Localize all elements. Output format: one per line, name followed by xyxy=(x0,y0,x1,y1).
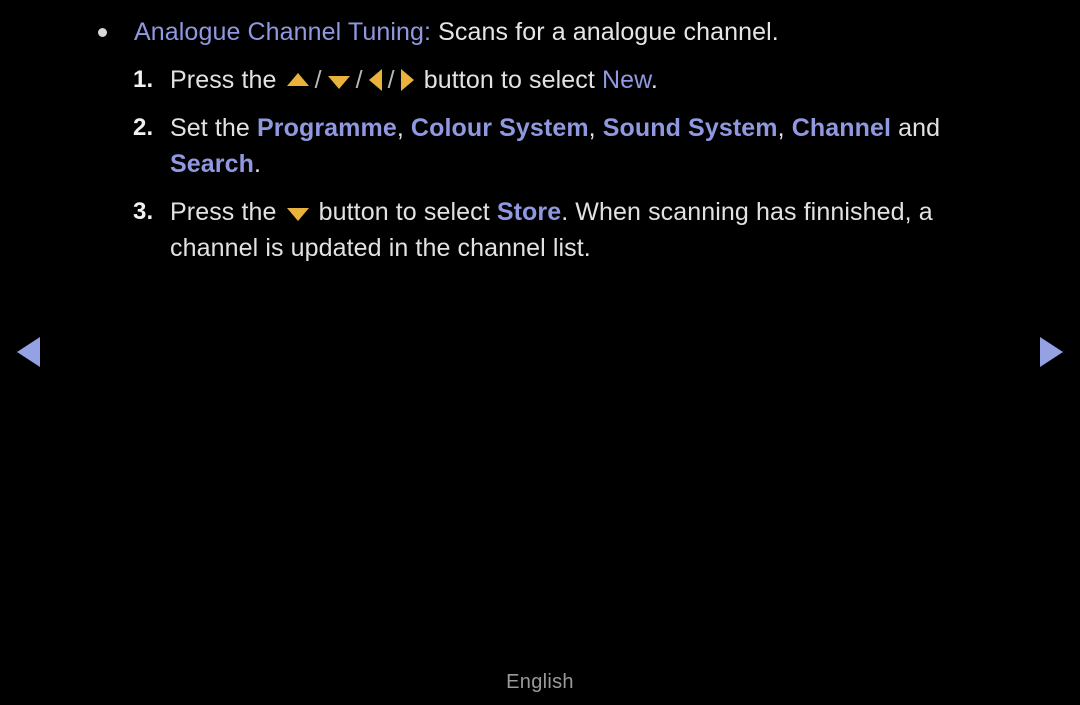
bullet-dot-icon xyxy=(98,28,107,37)
step-text-mid: and xyxy=(891,114,941,142)
steps-list: 1. Press the / / / button to select New. 2… xyxy=(0,62,1080,266)
step-text-lead: Set the xyxy=(170,114,257,142)
keyword-store: Store xyxy=(496,198,562,226)
step-text-mid: button to select xyxy=(311,198,497,226)
up-arrow-icon xyxy=(286,72,309,86)
step-text-mid: button to select xyxy=(416,66,602,94)
down-arrow-icon xyxy=(286,207,309,221)
down-arrow-icon xyxy=(327,75,350,89)
comma: , xyxy=(588,114,603,142)
step-text-tail: . xyxy=(254,150,262,178)
left-arrow-icon xyxy=(368,69,382,92)
previous-page-arrow-icon[interactable] xyxy=(17,337,40,367)
help-content: Analogue Channel Tuning: Scans for a ana… xyxy=(0,0,1080,266)
keyword-channel: Channel xyxy=(791,114,892,142)
bullet-heading-row: Analogue Channel Tuning: Scans for a ana… xyxy=(0,14,1080,50)
keyword-sound-system: Sound System xyxy=(602,114,778,142)
keyword-colour-system: Colour System xyxy=(410,114,589,142)
comma: , xyxy=(777,114,792,142)
step-item-3: 3. Press the button to select Store. Whe… xyxy=(0,194,1080,266)
step-item-2: 2. Set the Programme, Colour System, Sou… xyxy=(0,110,1080,182)
step-text-lead: Press the xyxy=(170,66,284,94)
step-text-lead: Press the xyxy=(170,198,284,226)
step-number: 2. xyxy=(133,114,154,141)
feature-term: Analogue Channel Tuning xyxy=(134,18,425,46)
right-arrow-icon xyxy=(400,69,414,92)
language-label: English xyxy=(506,671,574,693)
arrow-separator: / xyxy=(314,66,322,94)
keyword-new: New xyxy=(601,66,651,94)
keyword-search: Search xyxy=(170,150,254,178)
next-page-arrow-icon[interactable] xyxy=(1040,337,1063,367)
step-number: 3. xyxy=(133,198,154,225)
step-item-1: 1. Press the / / / button to select New. xyxy=(0,62,1080,98)
step-text-tail: . xyxy=(650,66,658,94)
step-number: 1. xyxy=(133,66,154,93)
comma: , xyxy=(396,114,411,142)
arrow-separator: / xyxy=(355,66,363,94)
keyword-programme: Programme xyxy=(256,114,397,142)
arrow-separator: / xyxy=(387,66,395,94)
feature-description: Scans for a analogue channel. xyxy=(431,18,779,46)
